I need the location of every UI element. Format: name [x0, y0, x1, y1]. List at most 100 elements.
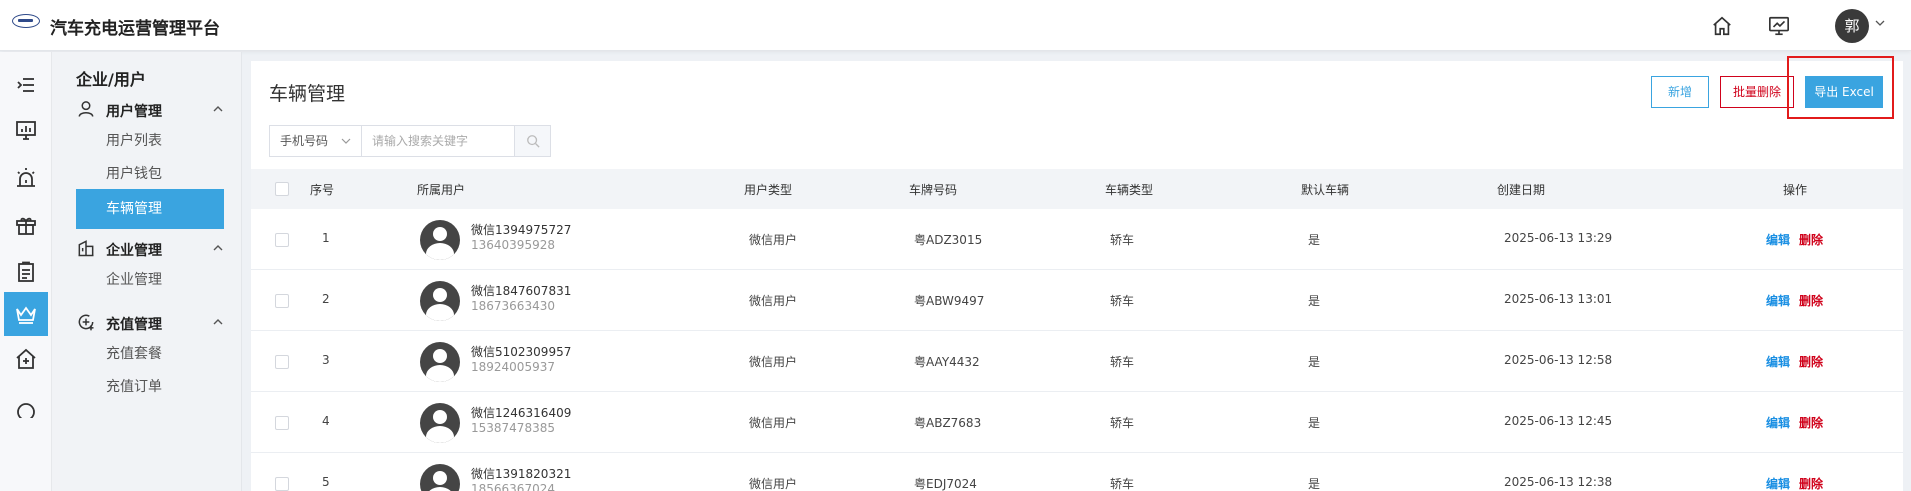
sidebar-item-vehicle-management[interactable]: 车辆管理	[76, 189, 224, 229]
created-date: 2025-06-13 13:29	[1504, 231, 1613, 245]
select-all-checkbox[interactable]	[275, 182, 289, 196]
row-checkbox[interactable]	[275, 233, 289, 247]
sidebar-item-user-wallet[interactable]: 用户钱包	[76, 154, 224, 194]
avatar	[420, 342, 460, 382]
alarm-icon[interactable]	[4, 156, 48, 200]
user-name: 微信5102309957	[471, 345, 572, 359]
col-default: 默认车辆	[1301, 183, 1350, 197]
brand-logo-icon	[12, 14, 40, 28]
col-plate: 车牌号码	[909, 183, 958, 197]
delete-link[interactable]: 删除	[1799, 353, 1823, 370]
avatar	[420, 403, 460, 443]
chevron-up-icon	[213, 319, 223, 325]
chevron-down-icon[interactable]	[1875, 18, 1885, 28]
icon-rail	[0, 52, 52, 491]
row-index: 5	[322, 475, 330, 489]
sidebar-item-enterprise[interactable]: 企业管理	[76, 260, 224, 300]
chevron-down-icon	[341, 138, 351, 144]
table-row: 5 微信1391820321 18566367024 微信用户 粤EDJ7024…	[251, 453, 1903, 491]
plate-number: 粤ABZ7683	[914, 416, 982, 430]
user-name: 微信1391820321	[471, 467, 572, 481]
search-bar: 手机号码	[269, 125, 551, 157]
row-index: 4	[322, 414, 330, 428]
user-name: 微信1246316409	[471, 406, 572, 420]
vehicle-type: 轿车	[1110, 477, 1135, 491]
home-plus-icon[interactable]	[4, 337, 48, 381]
edit-link[interactable]: 编辑	[1766, 231, 1790, 248]
created-date: 2025-06-13 12:58	[1504, 353, 1613, 367]
vehicle-type: 轿车	[1110, 294, 1135, 308]
search-input[interactable]	[362, 126, 514, 156]
user-phone: 18924005937	[471, 360, 555, 374]
col-index: 序号	[310, 183, 335, 197]
vehicle-type: 轿车	[1110, 355, 1135, 369]
avatar	[420, 464, 460, 491]
search-field-select[interactable]: 手机号码	[270, 126, 362, 156]
avatar	[420, 220, 460, 260]
table-header: 序号 所属用户 用户类型 车牌号码 车辆类型 默认车辆 创建日期 操作	[251, 169, 1903, 209]
created-date: 2025-06-13 12:38	[1504, 475, 1613, 489]
plate-number: 粤ABW9497	[914, 294, 985, 308]
plate-number: 粤ADZ3015	[914, 233, 983, 247]
delete-link[interactable]: 删除	[1799, 231, 1823, 248]
menu-fold-icon[interactable]	[4, 63, 48, 107]
delete-link[interactable]: 删除	[1799, 292, 1823, 309]
user-type: 微信用户	[749, 416, 798, 430]
vehicle-type: 轿车	[1110, 416, 1135, 430]
user-phone: 15387478385	[471, 421, 555, 435]
top-header: 汽车充电运营管理平台 郭	[0, 0, 1911, 51]
delete-link[interactable]: 删除	[1799, 414, 1823, 431]
avatar	[420, 281, 460, 321]
created-date: 2025-06-13 13:01	[1504, 292, 1613, 306]
default-vehicle: 是	[1308, 416, 1321, 430]
user-type: 微信用户	[749, 477, 798, 491]
dashboard-monitor-icon[interactable]	[4, 108, 48, 152]
row-index: 3	[322, 353, 330, 367]
circle-icon[interactable]	[4, 384, 48, 428]
row-index: 1	[322, 231, 330, 245]
edit-link[interactable]: 编辑	[1766, 414, 1790, 431]
app-title: 汽车充电运营管理平台	[50, 19, 220, 39]
sidebar: 企业/用户 用户管理 用户列表 用户钱包 车辆管理 企业管理 企业管理 充值管理…	[52, 52, 242, 491]
chevron-up-icon	[213, 106, 223, 112]
row-checkbox[interactable]	[275, 416, 289, 430]
user-avatar[interactable]: 郭	[1835, 9, 1869, 43]
default-vehicle: 是	[1308, 233, 1321, 247]
search-field-value: 手机号码	[280, 134, 329, 148]
search-icon	[526, 135, 540, 148]
sidebar-group-label: 充值管理	[106, 317, 162, 333]
sidebar-group-label: 企业管理	[106, 243, 162, 259]
delete-link[interactable]: 删除	[1799, 475, 1823, 491]
user-type: 微信用户	[749, 355, 798, 369]
table-row: 4 微信1246316409 15387478385 微信用户 粤ABZ7683…	[251, 392, 1903, 453]
user-phone: 18566367024	[471, 482, 555, 491]
monitor-chart-icon[interactable]	[1768, 15, 1790, 37]
default-vehicle: 是	[1308, 355, 1321, 369]
row-index: 2	[322, 292, 330, 306]
home-icon[interactable]	[1711, 15, 1733, 37]
row-checkbox[interactable]	[275, 294, 289, 308]
chevron-up-icon	[213, 245, 223, 251]
vehicle-type: 轿车	[1110, 233, 1135, 247]
batch-delete-button[interactable]: 批量删除	[1720, 76, 1794, 108]
crown-icon[interactable]	[4, 292, 48, 336]
row-checkbox[interactable]	[275, 355, 289, 369]
table-row: 3 微信5102309957 18924005937 微信用户 粤AAY4432…	[251, 331, 1903, 392]
default-vehicle: 是	[1308, 477, 1321, 491]
plate-number: 粤AAY4432	[914, 355, 980, 369]
clipboard-icon[interactable]	[4, 250, 48, 294]
edit-link[interactable]: 编辑	[1766, 475, 1790, 491]
add-button[interactable]: 新增	[1651, 76, 1709, 108]
user-type: 微信用户	[749, 233, 798, 247]
gift-icon[interactable]	[4, 203, 48, 247]
col-actions: 操作	[1783, 183, 1808, 197]
search-button[interactable]	[514, 126, 550, 156]
row-checkbox[interactable]	[275, 477, 289, 491]
sidebar-item-recharge-orders[interactable]: 充值订单	[76, 367, 224, 407]
user-name: 微信1394975727	[471, 223, 572, 237]
sidebar-group-label: 用户管理	[106, 104, 162, 120]
edit-link[interactable]: 编辑	[1766, 292, 1790, 309]
user-phone: 13640395928	[471, 238, 555, 252]
page-title: 车辆管理	[269, 83, 346, 105]
edit-link[interactable]: 编辑	[1766, 353, 1790, 370]
